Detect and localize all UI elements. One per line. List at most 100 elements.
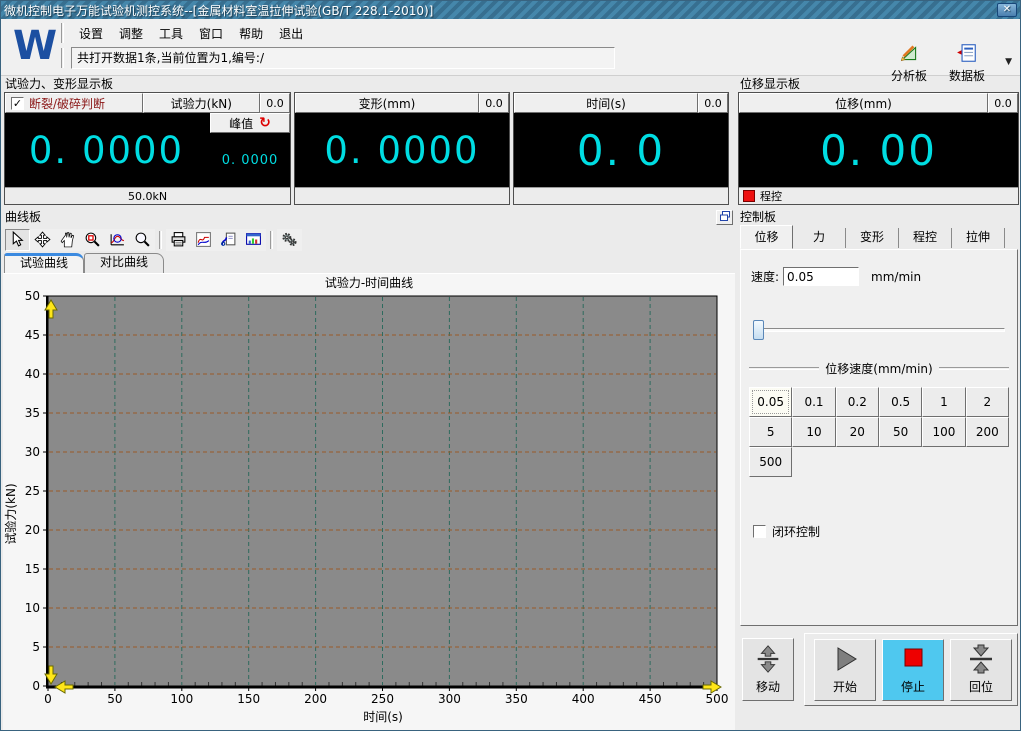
curve-toolbar [3,226,735,253]
control-tab-力[interactable]: 力 [793,228,846,248]
curve-tab-对比曲线[interactable]: 对比曲线 [84,253,165,273]
svg-text:15: 15 [25,562,40,576]
chart-ylabel: 试验力(kN) [3,483,18,544]
deform-zero-value[interactable]: 0.0 [479,93,509,113]
close-icon[interactable]: ✕ [997,3,1017,17]
speed-preset-200[interactable]: 200 [965,417,1009,447]
speed-preset-0.05[interactable]: 0.05 [749,387,793,417]
stop-button[interactable]: 停止 [882,638,944,701]
menu-item-帮助[interactable]: 帮助 [231,23,271,44]
curve-copy-icon[interactable] [216,228,241,251]
window-title: 微机控制电子万能试验机测控系统--[金属材料室温拉伸试验(GB/T 228.1-… [4,3,434,18]
menu-item-设置[interactable]: 设置 [71,23,111,44]
speed-preset-0.2[interactable]: 0.2 [835,387,879,417]
curve-tab-试验曲线[interactable]: 试验曲线 [4,253,85,273]
move-button[interactable]: 移动 [742,638,794,701]
deform-lcd: 0. 0000 [295,113,509,187]
speed-preset-0.1[interactable]: 0.1 [792,387,836,417]
closed-loop-checkbox[interactable] [753,525,766,538]
speed-input[interactable] [783,267,860,286]
databoard-icon [956,42,978,67]
slider-track[interactable] [753,328,1005,332]
menu-item-调整[interactable]: 调整 [111,23,151,44]
svg-text:250: 250 [371,692,394,706]
closed-loop-label: 闭环控制 [772,525,821,539]
speed-preset-20[interactable]: 20 [835,417,879,447]
svg-text:450: 450 [639,692,662,706]
toolbar-separator [270,230,273,249]
displacement-channel-button[interactable]: 位移(mm) [739,93,988,113]
displacement-tab-page: 速度: mm/min 位移速度(mm/min) 0.050.10.20.512 5… [740,249,1018,626]
svg-text:300: 300 [438,692,461,706]
restore-panel-button[interactable] [716,210,733,225]
force-panel-title: 试验力、变形显示板 [5,77,114,91]
move-icon [753,644,783,677]
peak-reset-button[interactable]: 峰值 ↻ [210,113,290,133]
svg-text:25: 25 [25,484,40,498]
curve-style-icon[interactable] [191,228,216,251]
speed-preset-0.5[interactable]: 0.5 [878,387,923,417]
force-zero-value[interactable]: 0.0 [260,93,290,113]
deform-channel-button[interactable]: 变形(mm) [295,93,479,113]
move-cross-icon[interactable] [30,228,55,251]
break-detect-label: 断裂/破碎判断 [29,96,106,111]
time-channel-button[interactable]: 时间(s) [514,93,698,113]
data-window-icon[interactable] [241,228,266,251]
speed-preset-5[interactable]: 5 [749,417,793,447]
speed-preset-500[interactable]: 500 [749,447,793,477]
speed-preset-100[interactable]: 100 [922,417,966,447]
speed-preset-1[interactable]: 1 [922,387,966,417]
speed-preset-2[interactable]: 2 [965,387,1009,417]
deform-display-unit: 变形(mm) 0.0 0. 0000 [294,92,510,205]
return-icon [965,644,997,677]
refresh-icon[interactable]: ↻ [259,115,271,131]
svg-text:5: 5 [32,640,40,654]
menu-item-工具[interactable]: 工具 [151,23,191,44]
control-tab-拉伸[interactable]: 拉伸 [952,228,1005,248]
analysis-icon [898,42,920,67]
peak-lcd: 0. 0000 [210,133,290,187]
start-button[interactable]: 开始 [814,638,876,701]
chart-canvas[interactable]: 0 50 100 150 200 250 300 350 400 450 500 0 5 10 15 20 25… [3,274,733,731]
return-button[interactable]: 回位 [950,638,1012,701]
program-control-indicator [743,190,755,202]
speed-preset-50[interactable]: 50 [878,417,923,447]
menu-item-退出[interactable]: 退出 [271,23,311,44]
displacement-panel-title: 位移显示板 [740,77,801,91]
time-footer [514,187,728,204]
displacement-zero-value[interactable]: 0.0 [988,93,1018,113]
zoom-box-icon[interactable] [80,228,105,251]
select-cursor-icon[interactable] [5,228,30,251]
break-detect-toggle[interactable]: ✓ 断裂/破碎判断 [5,93,143,113]
control-tab-变形[interactable]: 变形 [846,228,899,248]
gears-icon[interactable] [277,228,302,251]
toolbar-grip [61,23,64,43]
control-tabs: 位移力变形 程控 拉伸 [738,225,1020,249]
control-tab-程控[interactable]: 程控 [899,228,952,248]
force-channel-button[interactable]: 试验力(kN) [142,93,261,113]
magnifier-icon[interactable] [130,228,155,251]
chart-title: 试验力-时间曲线 [325,275,413,290]
time-zero-value[interactable]: 0.0 [698,93,728,113]
speed-preset-10[interactable]: 10 [792,417,836,447]
menu-item-窗口[interactable]: 窗口 [191,23,231,44]
chart-area: 0 50 100 150 200 250 300 350 400 450 500 0 5 10 15 20 25… [3,273,735,730]
toolbar-grip [61,48,64,68]
chevron-down-icon[interactable]: ▼ [1005,57,1012,67]
print-icon[interactable] [166,228,191,251]
menu-bar: 设置 调整 工具 窗口 帮助 退出 [71,22,311,44]
speed-preset-grid: 0.05 0.1 0.2 0.5 1 2 5 10 20 50 100 200 500 [749,387,1009,477]
svg-text:400: 400 [572,692,595,706]
title-bar[interactable]: 微机控制电子万能试验机测控系统--[金属材料室温拉伸试验(GB/T 228.1-… [1,1,1020,19]
zoom-curve-icon[interactable] [105,228,130,251]
displacement-display-unit: 位移(mm) 0.0 0. 00 程控 [738,92,1019,205]
slider-thumb[interactable] [753,320,764,340]
pan-hand-icon[interactable] [55,228,80,251]
speed-slider[interactable] [753,320,1005,340]
chart-xlabel: 时间(s) [363,710,403,724]
toolbar-separator [159,230,162,249]
break-detect-checkbox[interactable]: ✓ [11,96,24,110]
control-tab-位移[interactable]: 位移 [740,225,793,249]
force-lcd: 0. 0000 [5,113,208,187]
control-panel: 控制板 位移力变形程控拉伸 速度: mm/min 位移速度(mm/min) 0.… [738,210,1020,730]
